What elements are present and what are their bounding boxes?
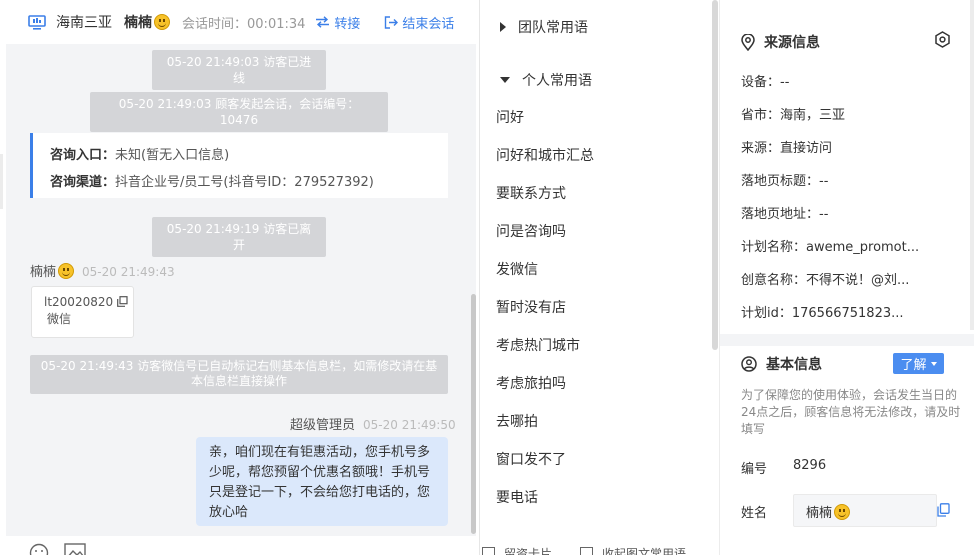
caret-down-icon (930, 361, 937, 366)
chat-header: 海南三亚 楠楠 会话时间：00:01:34 转接 结束会话 (0, 0, 480, 44)
phrase-item[interactable]: 暂时没有店 (496, 297, 566, 317)
phrase-item[interactable]: 要电话 (496, 487, 538, 507)
smile-emoji-icon (58, 263, 75, 279)
collapse-phrases-button[interactable]: 收起图文常用语 (602, 545, 686, 555)
source-channel: 来源：直接访问 (741, 141, 833, 156)
chat-scrollbar[interactable] (471, 294, 476, 534)
name-label: 姓名 (741, 506, 768, 521)
smile-emoji-icon (834, 504, 851, 520)
entry-label: 咨询入口： (50, 148, 116, 163)
phrase-item[interactable]: 窗口发不了 (496, 449, 566, 469)
phrase-item[interactable]: 问好 (496, 107, 524, 127)
wechat-id: lt20020820 (44, 294, 133, 311)
system-message-visitor-left: 05-20 21:49:19 访客已离开 (152, 217, 326, 257)
phrase-item[interactable]: 发微信 (496, 259, 538, 279)
system-message-wechat-marked: 05-20 21:49:43 访客微信号已自动标记右侧基本信息栏，如需修改请在基… (30, 355, 448, 394)
phrases-panel: 团队常用语 个人常用语 问好 问好和城市汇总 要联系方式 问是咨询吗 发微信 暂… (480, 0, 719, 555)
team-phrases-group[interactable]: 团队常用语 (500, 17, 588, 37)
visitor-message-header: 楠楠 05-20 21:49:43 (30, 263, 175, 280)
visitor-name: 楠楠 (124, 12, 170, 32)
phrase-item[interactable]: 问是咨询吗 (496, 221, 566, 241)
source-province-city: 省市：海南，三亚 (741, 108, 846, 123)
phrase-item[interactable]: 考虑旅拍吗 (496, 373, 566, 393)
learn-more-dropdown[interactable]: 了解 (893, 353, 944, 374)
basic-info-notice: 为了保障您的使用体验，会话发生当日的24点之后，顾客信息将无法修改，请及时填写 (741, 388, 961, 436)
info-scrollbar[interactable] (970, 0, 974, 330)
transfer-button[interactable]: 转接 (315, 13, 360, 32)
system-message-session-start: 05-20 21:49:03 顾客发起会话，会话编号：10476 (90, 92, 388, 132)
chat-messages: 05-20 21:49:03 访客已进线 05-20 21:49:03 顾客发起… (6, 44, 476, 536)
copy-icon[interactable] (937, 503, 950, 517)
image-icon[interactable] (64, 543, 86, 555)
transfer-icon (316, 16, 330, 28)
end-session-button[interactable]: 结束会话 (384, 13, 454, 32)
source-landing-title: 落地页标题：-- (741, 174, 829, 189)
entry-value: 未知(暂无入口信息) (115, 148, 230, 163)
card-icon[interactable] (482, 547, 495, 555)
source-landing-url: 落地页地址：-- (741, 207, 829, 222)
phrases-scrollbar[interactable] (712, 0, 718, 350)
left-edge-tab (0, 154, 3, 209)
system-message-visitor-in: 05-20 21:49:03 访客已进线 (152, 50, 326, 90)
basic-info-title: 基本信息 (741, 354, 822, 374)
lead-card-button[interactable]: 留资卡片 (504, 545, 552, 555)
source-plan-id: 计划id：176566751823... (741, 306, 904, 321)
phrase-item[interactable]: 考虑热门城市 (496, 335, 580, 355)
smile-emoji-icon (154, 14, 170, 30)
logout-icon (385, 15, 399, 29)
chat-toolbar (0, 536, 480, 555)
source-creative-name: 创意名称：不得不说！@刘... (741, 273, 910, 288)
caret-down-icon (500, 77, 510, 83)
copy-icon[interactable] (117, 296, 128, 307)
channel-value: 抖音企业号/员工号(抖音号ID：279527392) (115, 175, 374, 190)
source-device: 设备：-- (741, 75, 790, 90)
source-plan-name: 计划名称：aweme_promot... (741, 240, 920, 255)
source-info-title: 来源信息 (741, 32, 820, 52)
consult-info-card: 咨询入口：未知(暂无入口信息) 咨询渠道：抖音企业号/员工号(抖音号ID：279… (30, 133, 448, 198)
monitor-icon (28, 14, 46, 30)
number-value: 8296 (793, 458, 827, 473)
session-time: 会话时间：00:01:34 (182, 16, 306, 32)
wechat-card[interactable]: lt20020820 微信 (31, 286, 134, 338)
channel-label: 咨询渠道： (50, 175, 116, 190)
agent-message-header: 超级管理员 05-20 21:49:50 (290, 418, 456, 433)
location-icon (741, 33, 755, 51)
phrases-footer: 留资卡片 收起图文常用语 (480, 533, 719, 555)
caret-right-icon (500, 22, 506, 32)
settings-icon[interactable] (934, 31, 951, 48)
phrase-item[interactable]: 问好和城市汇总 (496, 145, 594, 165)
collapse-icon[interactable] (580, 547, 593, 555)
phrase-item[interactable]: 要联系方式 (496, 183, 566, 203)
personal-phrases-group[interactable]: 个人常用语 (500, 70, 592, 90)
agent-message-bubble: 亲，咱们现在有钜惠活动，您手机号多少呢，帮您预留个优惠名额哦！手机号只是登记一下… (196, 437, 448, 526)
phrase-item[interactable]: 去哪拍 (496, 411, 538, 431)
section-divider (720, 334, 974, 346)
visitor-info-panel: 来源信息 设备：-- 省市：海南，三亚 来源：直接访问 落地页标题：-- 落地页… (719, 0, 974, 555)
chat-panel: 海南三亚 楠楠 会话时间：00:01:34 转接 结束会话 05-20 21:4… (0, 0, 480, 555)
number-label: 编号 (741, 462, 768, 477)
visitor-city: 海南三亚 (56, 15, 112, 31)
wechat-label: 微信 (47, 312, 72, 326)
smile-icon[interactable] (29, 543, 49, 555)
name-field[interactable]: 楠楠 (793, 494, 937, 527)
user-circle-icon (741, 356, 757, 372)
